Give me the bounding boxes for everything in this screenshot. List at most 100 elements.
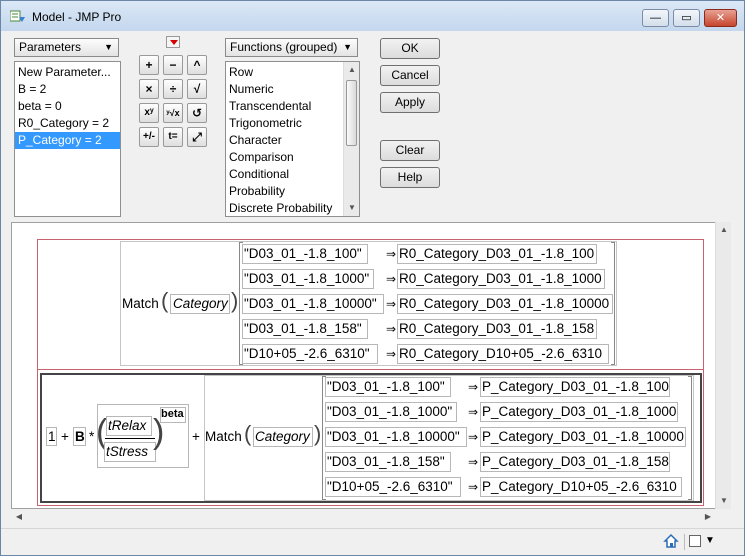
chevron-down-icon: ▼: [104, 42, 113, 52]
peel-button[interactable]: ⤢: [187, 127, 207, 147]
root-button[interactable]: √: [187, 79, 207, 99]
multiply-button[interactable]: ×: [139, 79, 159, 99]
match-keyword: Match: [122, 296, 159, 311]
category-column: Category: [173, 296, 228, 311]
function-group-item[interactable]: Numeric: [226, 81, 359, 98]
parameter-item-p-category[interactable]: P_Category = 2: [15, 132, 120, 149]
chevron-down-icon: ▼: [343, 42, 352, 52]
match-value: P_Category_D03_01_-1.8_158: [482, 454, 669, 469]
minimize-button[interactable]: —: [642, 9, 669, 27]
model-dialog-window: Model - JMP Pro — ▭ ✕ Parameters ▼ New P…: [0, 0, 745, 556]
formula-divider: [38, 369, 703, 370]
match-key: "D03_01_-1.8_100": [327, 379, 445, 394]
divider: [684, 534, 685, 550]
arrow-icon: ⇒: [386, 247, 397, 261]
parameter-item-new[interactable]: New Parameter...: [15, 64, 120, 81]
maximize-button[interactable]: ▭: [673, 9, 700, 27]
plus-operator: +: [61, 429, 69, 444]
param-b: B: [75, 429, 85, 444]
function-group-item[interactable]: Transcendental: [226, 98, 359, 115]
match-key: "D03_01_-1.8_10000": [327, 429, 460, 444]
negate-button[interactable]: +/-: [139, 127, 159, 147]
parameters-list[interactable]: New Parameter... B = 2 beta = 0 R0_Categ…: [14, 61, 121, 217]
add-button[interactable]: +: [139, 55, 159, 75]
swap-button[interactable]: ↺: [187, 103, 207, 123]
paren-close: ): [231, 288, 239, 313]
match-value: R0_Category_D03_01_-1.8_158: [399, 321, 595, 336]
arrow-icon: ⇒: [386, 322, 397, 336]
match-value: P_Category_D10+05_-2.6_6310: [482, 479, 677, 494]
function-group-item[interactable]: Probability: [226, 183, 359, 200]
match-value: R0_Category_D03_01_-1.8_10000: [399, 296, 610, 311]
function-group-item[interactable]: Character: [226, 132, 359, 149]
numerator: tRelax: [108, 418, 147, 433]
category-column: Category: [255, 429, 310, 444]
match-key: "D10+05_-2.6_6310": [244, 346, 370, 361]
constant-one: 1: [48, 429, 56, 444]
power-button[interactable]: xʸ: [139, 103, 159, 123]
help-button[interactable]: Help: [380, 167, 440, 188]
raise-button[interactable]: ^: [187, 55, 207, 75]
match-value: P_Category_D03_01_-1.8_100: [482, 379, 669, 394]
functions-scrollbar[interactable]: ▲ ▼: [343, 62, 359, 216]
home-icon[interactable]: [663, 533, 679, 549]
formula-horizontal-scrollbar[interactable]: ◀ ▶: [11, 509, 716, 526]
scroll-right-icon[interactable]: ▶: [700, 509, 716, 525]
divide-button[interactable]: ÷: [163, 79, 183, 99]
match-key: "D03_01_-1.8_10000": [244, 296, 377, 311]
formula-vertical-scrollbar[interactable]: ▲ ▼: [715, 222, 731, 509]
parameters-dropdown-label: Parameters: [19, 40, 82, 54]
scroll-thumb[interactable]: [346, 80, 357, 146]
close-button[interactable]: ✕: [704, 9, 737, 27]
nth-root-button[interactable]: ʸ√x: [163, 103, 183, 123]
ok-button[interactable]: OK: [380, 38, 440, 59]
function-group-item[interactable]: Conditional: [226, 166, 359, 183]
match-key: "D03_01_-1.8_158": [244, 321, 362, 336]
denominator: tStress: [106, 444, 149, 459]
match-value: P_Category_D03_01_-1.8_1000: [482, 404, 677, 419]
match-value: R0_Category_D03_01_-1.8_1000: [399, 271, 602, 286]
scroll-down-icon[interactable]: ▼: [716, 493, 732, 509]
apply-button[interactable]: Apply: [380, 92, 440, 113]
clear-button[interactable]: Clear: [380, 140, 440, 161]
match-key: "D10+05_-2.6_6310": [327, 479, 453, 494]
red-triangle-menu-icon[interactable]: [166, 36, 180, 48]
parameter-item-r0-category[interactable]: R0_Category = 2: [15, 115, 120, 132]
match-key: "D03_01_-1.8_100": [244, 246, 362, 261]
match-keyword: Match: [205, 429, 242, 444]
arrow-icon: ⇒: [386, 297, 397, 311]
scroll-up-icon[interactable]: ▲: [344, 62, 359, 78]
parameter-item-beta[interactable]: beta = 0: [15, 98, 120, 115]
function-group-item[interactable]: Trigonometric: [226, 115, 359, 132]
paren-open: (: [161, 288, 169, 313]
parameters-dropdown[interactable]: Parameters ▼: [14, 38, 119, 57]
title-bar: Model - JMP Pro — ▭ ✕: [1, 1, 744, 31]
arrow-icon: ⇒: [468, 455, 479, 469]
scroll-left-icon[interactable]: ◀: [11, 509, 27, 525]
assign-button[interactable]: t=: [163, 127, 183, 147]
functions-list[interactable]: Row Numeric Transcendental Trigonometric…: [225, 61, 360, 217]
function-group-item[interactable]: Row: [226, 64, 359, 81]
formula-editor[interactable]: Match ( Category ) "D03_01_-1.8_100" ⇒ R…: [11, 222, 716, 509]
plus-operator: +: [192, 429, 200, 444]
chevron-down-icon[interactable]: ▼: [705, 535, 715, 546]
exponent: beta: [161, 408, 184, 420]
window-list-icon[interactable]: [689, 535, 701, 547]
arrow-icon: ⇒: [468, 405, 479, 419]
match-key: "D03_01_-1.8_158": [327, 454, 445, 469]
scroll-up-icon[interactable]: ▲: [716, 222, 732, 238]
cancel-button[interactable]: Cancel: [380, 65, 440, 86]
paren-close: ): [314, 421, 322, 446]
parameter-item-b[interactable]: B = 2: [15, 81, 120, 98]
status-bar: ▼: [1, 528, 744, 555]
subtract-button[interactable]: −: [163, 55, 183, 75]
fraction-bar: [105, 438, 155, 439]
function-group-item[interactable]: Discrete Probability: [226, 200, 359, 216]
arrow-icon: ⇒: [468, 380, 479, 394]
match-value: R0_Category_D10+05_-2.6_6310: [399, 346, 603, 361]
functions-dropdown[interactable]: Functions (grouped) ▼: [225, 38, 358, 57]
times-operator: *: [89, 429, 95, 444]
function-group-item[interactable]: Comparison: [226, 149, 359, 166]
window-title: Model - JMP Pro: [32, 10, 122, 24]
scroll-down-icon[interactable]: ▼: [344, 200, 359, 216]
